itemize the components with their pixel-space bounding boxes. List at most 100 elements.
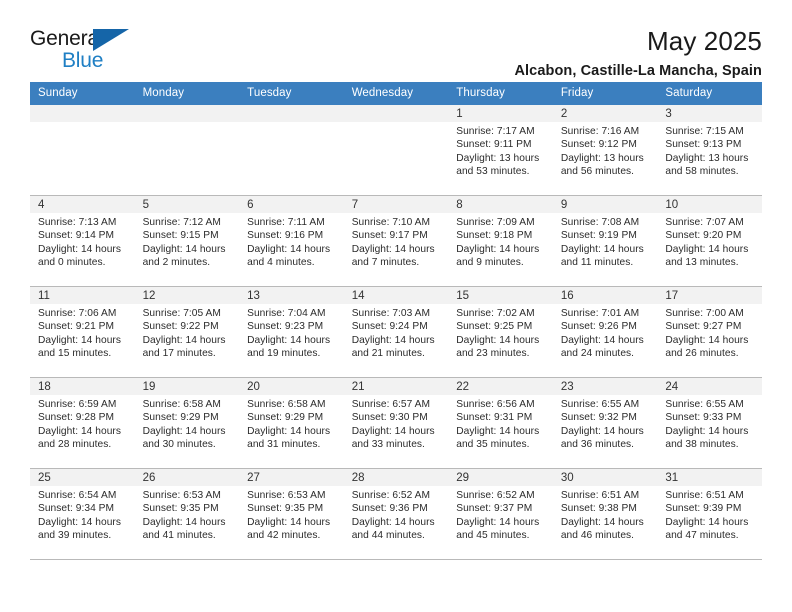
sunset-text: Sunset: 9:33 PM [665,412,742,424]
daylight-text-line1: Daylight: 13 hours [665,152,749,164]
day-cell-inner: 11 Sunrise: 7:06 AM Sunset: 9:21 PM Dayligh… [30,287,135,377]
calendar-day-cell[interactable]: 27 Sunrise: 6:53 AM Sunset: 9:35 PM Dayligh… [239,468,344,560]
day-number: 19 [134,378,240,395]
day-number: 4 [30,196,135,213]
sunset-text: Sunset: 9:12 PM [560,139,637,151]
day-details: Sunrise: 6:58 AM Sunset: 9:29 PM Daylight:… [239,395,344,451]
daylight-text-line1: Daylight: 14 hours [456,243,540,255]
calendar-day-cell[interactable]: 17 Sunrise: 7:00 AM Sunset: 9:27 PM Dayligh… [657,286,762,378]
calendar-day-cell[interactable]: 20 Sunrise: 6:58 AM Sunset: 9:29 PM Dayligh… [239,377,344,469]
calendar-day-cell[interactable]: 3 Sunrise: 7:15 AM Sunset: 9:13 PM Daylight… [657,104,762,196]
day-number: 10 [657,196,762,213]
sunset-text: Sunset: 9:37 PM [456,503,533,515]
calendar-day-cell[interactable]: 22 Sunrise: 6:56 AM Sunset: 9:31 PM Dayligh… [448,377,553,469]
daylight-text-line1: Daylight: 14 hours [38,334,122,346]
daylight-text-line1: Daylight: 14 hours [456,425,540,437]
calendar-day-cell[interactable]: 6 Sunrise: 7:11 AM Sunset: 9:16 PM Daylight… [239,195,344,287]
sunrise-text: Sunrise: 7:05 AM [142,308,221,319]
sunrise-text: Sunrise: 6:54 AM [38,490,117,501]
sunrise-text: Sunrise: 7:07 AM [665,217,744,228]
daylight-text-line1: Daylight: 14 hours [142,334,226,346]
sunrise-text: Sunrise: 7:11 AM [247,217,325,228]
sunset-text: Sunset: 9:29 PM [142,412,219,424]
sunrise-text: Sunrise: 7:01 AM [560,308,640,319]
daylight-text-line1: Daylight: 14 hours [351,516,435,528]
day-details: Sunrise: 6:51 AM Sunset: 9:39 PM Daylight:… [657,486,762,542]
daylight-text-line2: and 2 minutes. [142,256,211,268]
calendar-day-cell[interactable]: 31 Sunrise: 6:51 AM Sunset: 9:39 PM Dayligh… [657,468,762,560]
daylight-text-line2: and 46 minutes. [560,529,635,541]
daylight-text-line2: and 9 minutes. [456,256,524,268]
day-cell-inner: 18 Sunrise: 6:59 AM Sunset: 9:28 PM Dayligh… [30,378,135,468]
day-number: 17 [657,287,762,304]
calendar-day-cell[interactable]: 11 Sunrise: 7:06 AM Sunset: 9:21 PM Dayligh… [30,286,135,378]
calendar-day-cell[interactable]: 8 Sunrise: 7:09 AM Sunset: 9:18 PM Daylight… [448,195,553,287]
day-number: 30 [552,469,658,486]
calendar-day-cell[interactable]: 29 Sunrise: 6:52 AM Sunset: 9:37 PM Dayligh… [448,468,553,560]
calendar-day-cell[interactable]: 5 Sunrise: 7:12 AM Sunset: 9:15 PM Daylight… [134,195,240,287]
day-cell-inner: 25 Sunrise: 6:54 AM Sunset: 9:34 PM Dayligh… [30,469,135,559]
calendar-day-cell[interactable]: 18 Sunrise: 6:59 AM Sunset: 9:28 PM Dayligh… [30,377,135,469]
calendar-day-cell-empty [30,104,135,196]
day-cell-inner: 28 Sunrise: 6:52 AM Sunset: 9:36 PM Dayligh… [343,469,449,559]
sunset-text: Sunset: 9:26 PM [560,321,637,333]
daylight-text-line2: and 26 minutes. [665,347,739,359]
day-number: 14 [343,287,449,304]
general-blue-logo[interactable]: General Blue [30,26,145,74]
daylight-text-line2: and 23 minutes. [456,347,530,359]
calendar-day-cell[interactable]: 26 Sunrise: 6:53 AM Sunset: 9:35 PM Dayligh… [134,468,240,560]
sunset-text: Sunset: 9:13 PM [665,139,742,151]
day-cell-inner [343,105,449,195]
day-details: Sunrise: 7:16 AM Sunset: 9:12 PM Daylight:… [553,122,658,178]
day-cell-inner: 12 Sunrise: 7:05 AM Sunset: 9:22 PM Dayligh… [134,287,240,377]
day-number: 11 [30,287,135,304]
daylight-text-line2: and 24 minutes. [560,347,635,359]
sunset-text: Sunset: 9:27 PM [665,321,742,333]
calendar-day-cell[interactable]: 2 Sunrise: 7:16 AM Sunset: 9:12 PM Daylight… [552,104,658,196]
sunrise-text: Sunrise: 6:52 AM [456,490,535,501]
calendar-day-cell[interactable]: 16 Sunrise: 7:01 AM Sunset: 9:26 PM Dayligh… [552,286,658,378]
day-number: 21 [343,378,449,395]
sunrise-text: Sunrise: 7:17 AM [456,126,535,137]
day-details: Sunrise: 7:17 AM Sunset: 9:11 PM Daylight:… [448,122,553,178]
sunset-text: Sunset: 9:22 PM [142,321,219,333]
day-number: 23 [552,378,658,395]
day-number: 15 [448,287,553,304]
calendar-day-cell[interactable]: 14 Sunrise: 7:03 AM Sunset: 9:24 PM Dayligh… [343,286,449,378]
day-details: Sunrise: 7:15 AM Sunset: 9:13 PM Daylight:… [657,122,762,178]
sunrise-text: Sunrise: 7:12 AM [142,217,221,228]
daylight-text-line2: and 21 minutes. [351,347,425,359]
sunrise-text: Sunrise: 7:09 AM [456,217,535,228]
day-details: Sunrise: 7:07 AM Sunset: 9:20 PM Daylight:… [657,213,762,269]
day-number: 7 [343,196,449,213]
sunrise-text: Sunrise: 7:00 AM [665,308,744,319]
day-details: Sunrise: 6:53 AM Sunset: 9:35 PM Daylight:… [135,486,240,542]
calendar-day-cell[interactable]: 28 Sunrise: 6:52 AM Sunset: 9:36 PM Dayligh… [343,468,449,560]
day-cell-inner: 6 Sunrise: 7:11 AM Sunset: 9:16 PM Daylight… [239,196,344,286]
calendar-day-cell[interactable]: 23 Sunrise: 6:55 AM Sunset: 9:32 PM Dayligh… [552,377,658,469]
calendar-day-cell[interactable]: 13 Sunrise: 7:04 AM Sunset: 9:23 PM Dayligh… [239,286,344,378]
calendar-day-cell[interactable]: 30 Sunrise: 6:51 AM Sunset: 9:38 PM Dayligh… [552,468,658,560]
calendar-day-cell[interactable]: 10 Sunrise: 7:07 AM Sunset: 9:20 PM Dayligh… [657,195,762,287]
calendar-day-cell[interactable]: 7 Sunrise: 7:10 AM Sunset: 9:17 PM Daylight… [343,195,449,287]
calendar-day-cell[interactable]: 1 Sunrise: 7:17 AM Sunset: 9:11 PM Daylight… [448,104,553,196]
daylight-text-line1: Daylight: 14 hours [247,425,331,437]
calendar-day-cell[interactable]: 25 Sunrise: 6:54 AM Sunset: 9:34 PM Dayligh… [30,468,135,560]
calendar-day-cell[interactable]: 4 Sunrise: 7:13 AM Sunset: 9:14 PM Daylight… [30,195,135,287]
calendar-day-cell[interactable]: 21 Sunrise: 6:57 AM Sunset: 9:30 PM Dayligh… [343,377,449,469]
day-details: Sunrise: 7:12 AM Sunset: 9:15 PM Daylight:… [135,213,240,269]
calendar-day-cell[interactable]: 19 Sunrise: 6:58 AM Sunset: 9:29 PM Dayligh… [134,377,240,469]
calendar-day-cell-empty [343,104,449,196]
calendar-day-cell[interactable]: 24 Sunrise: 6:55 AM Sunset: 9:33 PM Dayligh… [657,377,762,469]
calendar-day-cell[interactable]: 12 Sunrise: 7:05 AM Sunset: 9:22 PM Dayligh… [134,286,240,378]
sunset-text: Sunset: 9:39 PM [665,503,742,515]
day-details: Sunrise: 6:55 AM Sunset: 9:32 PM Daylight:… [553,395,658,451]
day-cell-inner: 10 Sunrise: 7:07 AM Sunset: 9:20 PM Dayligh… [657,196,762,286]
calendar-day-cell[interactable]: 9 Sunrise: 7:08 AM Sunset: 9:19 PM Daylight… [552,195,658,287]
day-details: Sunrise: 7:00 AM Sunset: 9:27 PM Daylight:… [657,304,762,360]
calendar-day-cell[interactable]: 15 Sunrise: 7:02 AM Sunset: 9:25 PM Dayligh… [448,286,553,378]
daylight-text-line2: and 47 minutes. [665,529,739,541]
weekday-header-tuesday: Tuesday [239,82,344,105]
calendar-week-row: 4 Sunrise: 7:13 AM Sunset: 9:14 PM Daylight… [30,195,762,287]
daylight-text-line1: Daylight: 14 hours [38,243,122,255]
